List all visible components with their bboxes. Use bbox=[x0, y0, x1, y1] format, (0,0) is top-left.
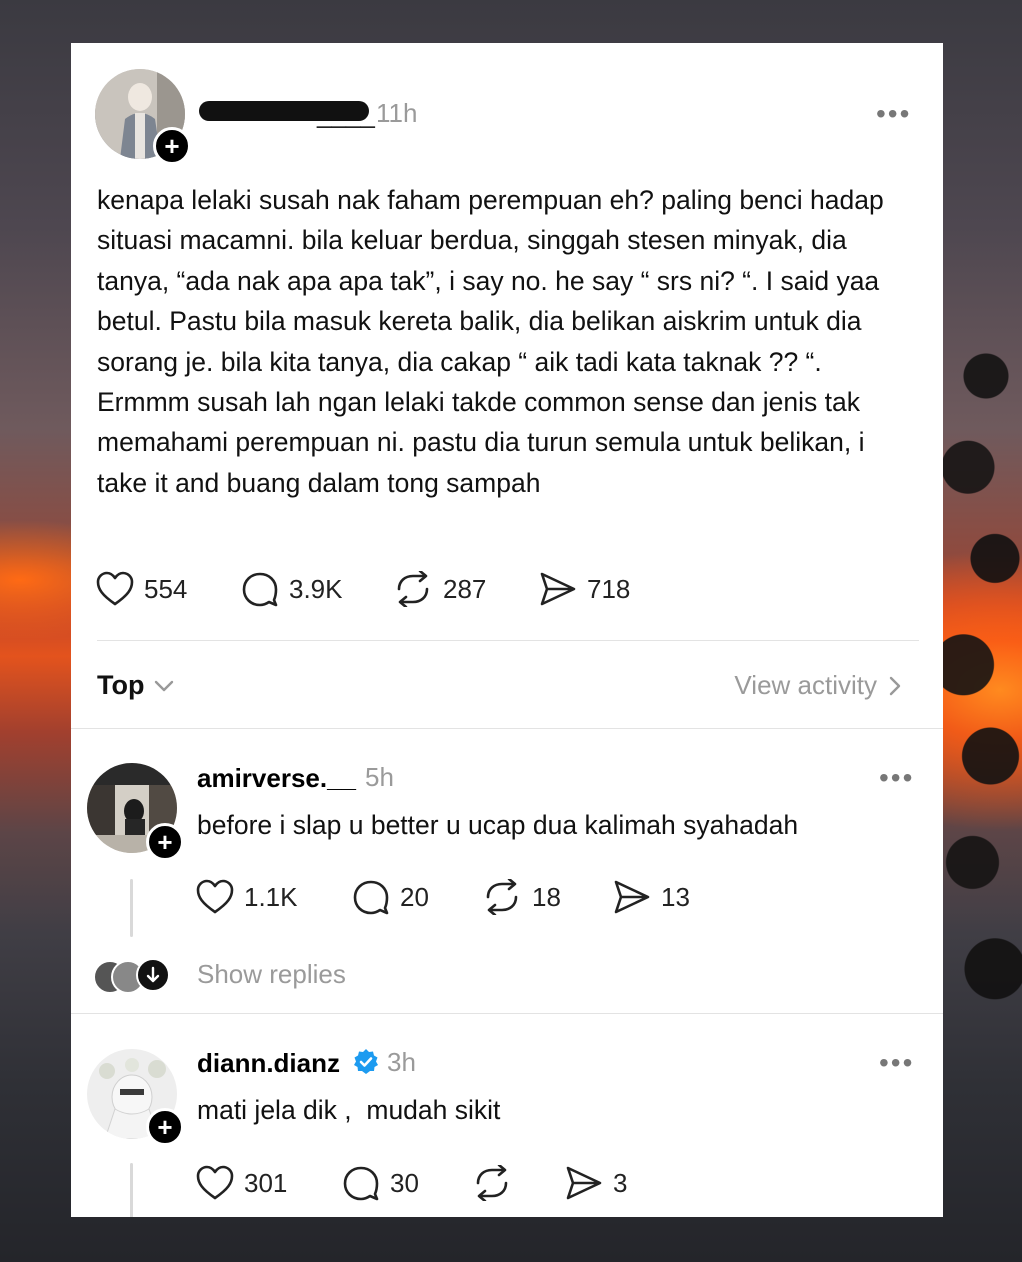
chevron-down-icon bbox=[155, 680, 174, 691]
post-share-action[interactable]: 718 bbox=[539, 571, 630, 607]
follow-plus-button[interactable]: + bbox=[153, 127, 191, 165]
repost-icon bbox=[397, 571, 429, 607]
comment-like-action[interactable]: 1.1K bbox=[196, 879, 298, 915]
show-replies-avatars[interactable] bbox=[91, 958, 173, 994]
view-activity-link[interactable]: View activity bbox=[734, 670, 905, 701]
sort-dropdown[interactable]: Top bbox=[97, 670, 176, 701]
comment-text: mati jela dik , mudah sikit bbox=[197, 1095, 501, 1125]
thread-line bbox=[130, 1163, 133, 1217]
post-time: 11h bbox=[376, 98, 418, 128]
post-repost-action[interactable]: 287 bbox=[393, 571, 486, 607]
comment-time: 3h bbox=[387, 1047, 416, 1077]
comment-username[interactable]: amirverse.__ bbox=[197, 763, 356, 794]
verified-badge-icon bbox=[354, 1049, 378, 1074]
comment-reply-action[interactable]: 20 bbox=[352, 879, 429, 915]
post-username-suffix[interactable]: ____ bbox=[317, 99, 375, 130]
threads-post-card: + ____ 11h ••• kenapa lelaki susah nak f… bbox=[71, 43, 943, 1217]
sort-label: Top bbox=[97, 670, 145, 700]
post-reply-count: 3.9K bbox=[289, 573, 343, 604]
comment-repost-action[interactable] bbox=[472, 1165, 522, 1201]
comment-reply-count: 20 bbox=[400, 881, 429, 912]
comment-bubble-icon bbox=[343, 1166, 379, 1201]
view-activity-label: View activity bbox=[734, 670, 877, 700]
post-share-count: 718 bbox=[587, 573, 631, 604]
heart-icon bbox=[96, 571, 134, 606]
comment-repost-action[interactable]: 18 bbox=[482, 879, 561, 915]
repost-icon bbox=[486, 879, 518, 915]
thread-line bbox=[130, 879, 133, 937]
comment-reply-count: 30 bbox=[390, 1167, 419, 1198]
send-icon bbox=[540, 572, 576, 606]
comment-like-action[interactable]: 301 bbox=[196, 1165, 287, 1201]
divider bbox=[97, 640, 919, 641]
comment-share-count: 13 bbox=[661, 881, 690, 912]
chevron-right-icon bbox=[889, 676, 901, 695]
expand-arrow-icon bbox=[136, 958, 170, 992]
comment-bubble-icon bbox=[353, 880, 389, 915]
comment-more-icon[interactable]: ••• bbox=[879, 1049, 914, 1077]
background-tree-silhouette bbox=[932, 300, 1022, 1060]
post-like-action[interactable]: 554 bbox=[96, 571, 187, 607]
post-repost-count: 287 bbox=[443, 573, 487, 604]
heart-icon bbox=[196, 879, 234, 914]
repost-icon bbox=[476, 1165, 508, 1201]
comment-text: before i slap u better u ucap dua kalima… bbox=[197, 810, 799, 840]
heart-icon bbox=[196, 1165, 234, 1200]
comment-time: 5h bbox=[365, 762, 394, 792]
comment-share-count: 3 bbox=[613, 1167, 628, 1198]
comment-reply-action[interactable]: 30 bbox=[342, 1165, 419, 1201]
comment-username[interactable]: diann.dianz bbox=[197, 1048, 340, 1079]
follow-plus-button[interactable]: + bbox=[146, 823, 184, 861]
comment-like-count: 301 bbox=[244, 1167, 288, 1198]
post-reply-action[interactable]: 3.9K bbox=[241, 571, 343, 607]
post-more-icon[interactable]: ••• bbox=[876, 100, 911, 128]
divider bbox=[71, 1013, 943, 1014]
follow-plus-button[interactable]: + bbox=[146, 1108, 184, 1146]
comment-repost-count: 18 bbox=[532, 881, 561, 912]
comment-share-action[interactable]: 13 bbox=[613, 879, 690, 915]
post-body-text: kenapa lelaki susah nak faham perempuan … bbox=[97, 185, 884, 498]
comment-like-count: 1.1K bbox=[244, 881, 298, 912]
show-replies-link[interactable]: Show replies bbox=[197, 959, 346, 990]
divider bbox=[71, 728, 943, 729]
comment-more-icon[interactable]: ••• bbox=[879, 764, 914, 792]
send-icon bbox=[614, 880, 650, 914]
comment-share-action[interactable]: 3 bbox=[565, 1165, 627, 1201]
comment-bubble-icon bbox=[242, 572, 278, 607]
post-like-count: 554 bbox=[144, 573, 188, 604]
send-icon bbox=[566, 1166, 602, 1200]
